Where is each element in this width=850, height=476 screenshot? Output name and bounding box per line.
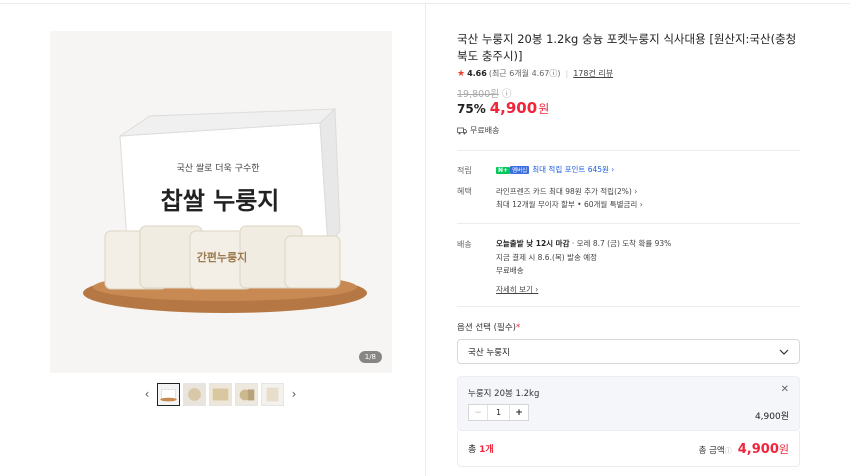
selected-item-price: 4,900원 bbox=[754, 412, 789, 422]
rating-row: ★ 4.66 (최근 6개월 4.67ⓘ) | 178건 리뷰 bbox=[457, 68, 613, 79]
option-selected-value: 국산 누룽지 bbox=[468, 347, 510, 358]
thumbnail-2[interactable] bbox=[183, 382, 206, 406]
thumbnail-4[interactable] bbox=[235, 382, 258, 406]
benefit-card[interactable]: 라인프렌즈 카드 최대 98원 추가 적립(2%) › bbox=[496, 186, 637, 197]
original-price-row: 19,800원 ⓘ bbox=[457, 86, 512, 100]
thumbnail-food-image bbox=[236, 383, 257, 405]
divider bbox=[457, 306, 800, 307]
total-row: 총 1개 총 금액ⓘ 4,900 원 bbox=[457, 431, 800, 467]
next-image-arrow-icon[interactable]: › bbox=[287, 383, 301, 406]
rating-score: 4.66 bbox=[467, 69, 487, 78]
star-icon: ★ bbox=[457, 68, 466, 79]
thumbnail-3[interactable] bbox=[209, 382, 232, 406]
required-mark: * bbox=[515, 323, 521, 333]
quantity-increase-button[interactable]: + bbox=[509, 405, 528, 420]
delivery-line-3: 무료배송 bbox=[496, 266, 524, 275]
image-counter: 1/8 bbox=[358, 351, 382, 363]
total-count: 총 1개 bbox=[468, 442, 494, 455]
thumbnail-food-image bbox=[210, 383, 231, 405]
sale-price: 4,900 bbox=[489, 99, 538, 117]
column-divider bbox=[425, 4, 426, 476]
total-amount-label-text: 총 금액 bbox=[698, 445, 725, 456]
selected-item-name: 누룽지 20봉 1.2kg bbox=[468, 389, 540, 399]
remove-item-close-icon[interactable]: ✕ bbox=[781, 384, 789, 395]
quantity-value[interactable]: 1 bbox=[488, 405, 509, 420]
total-price: 4,900 bbox=[737, 441, 779, 457]
prev-image-arrow-icon[interactable]: ‹ bbox=[140, 383, 154, 406]
option-label: 옵션 선택 (필수)* bbox=[457, 321, 520, 333]
truck-icon bbox=[457, 127, 467, 134]
option-label-text: 옵션 선택 (필수) bbox=[457, 323, 516, 333]
product-page: 국산 쌀로 더욱 구수한 찹쌀 누룽지 간편누룽지 1/8 ‹ › 국산 누룽지… bbox=[0, 0, 850, 476]
quantity-stepper: − 1 + bbox=[468, 404, 529, 421]
divider bbox=[457, 150, 800, 151]
thumbnail-pouch-image bbox=[262, 383, 283, 405]
thumbnail-5[interactable] bbox=[261, 382, 284, 406]
delivery-deadline: 오늘출발 낮 12시 마감 bbox=[496, 239, 570, 248]
free-shipping-label: 무료배송 bbox=[470, 126, 500, 135]
total-amount: 총 금액ⓘ 4,900 원 bbox=[699, 441, 789, 457]
free-shipping: 무료배송 bbox=[457, 125, 499, 136]
review-count-link[interactable]: 178건 리뷰 bbox=[573, 68, 613, 79]
delivery-line-1: 오늘출발 낮 12시 마감 · 모레 8.7 (금) 도착 확률 93% bbox=[496, 238, 671, 249]
points-label: 적립 bbox=[457, 166, 472, 175]
points-value[interactable]: N+ 멤버십 최대 적립 포인트 645원 › bbox=[496, 164, 614, 175]
benefits-label: 혜택 bbox=[457, 187, 472, 196]
membership-badge: 멤버십 bbox=[510, 166, 530, 174]
option-select[interactable]: 국산 누룽지 bbox=[457, 339, 800, 364]
selected-option-box: 누룽지 20봉 1.2kg ✕ − 1 + 4,900원 bbox=[457, 376, 800, 431]
box-subtext: 국산 쌀로 더욱 구수한 bbox=[176, 163, 259, 174]
chevron-down-icon bbox=[779, 349, 789, 355]
thumbnail-food-image bbox=[184, 383, 205, 405]
price-unit: 원 bbox=[538, 102, 550, 116]
divider bbox=[457, 223, 800, 224]
thumbnail-1[interactable] bbox=[157, 382, 180, 406]
delivery-more-link[interactable]: 자세히 보기 › bbox=[496, 284, 538, 295]
quantity-decrease-button[interactable]: − bbox=[469, 405, 488, 420]
pouch-text: 간편누룽지 bbox=[197, 250, 248, 264]
box-main-text: 찹쌀 누룽지 bbox=[161, 186, 280, 215]
product-title: 국산 누룽지 20봉 1.2kg 숭늉 포켓누룽지 식사대용 [원산지:국산(충… bbox=[457, 32, 797, 63]
delivery-eta: · 모레 8.7 (금) 도착 확률 93% bbox=[569, 239, 672, 248]
main-product-image[interactable]: 국산 쌀로 더욱 구수한 찹쌀 누룽지 간편누룽지 1/8 bbox=[50, 31, 392, 373]
total-count-label: 총 bbox=[468, 445, 480, 455]
rating-separator: | bbox=[565, 69, 569, 78]
discount-rate: 75% bbox=[457, 102, 486, 116]
npay-badge: N+ bbox=[496, 167, 511, 174]
rating-recent[interactable]: (최근 6개월 4.67ⓘ) bbox=[489, 68, 561, 79]
total-price-unit: 원 bbox=[778, 442, 789, 456]
benefit-installment[interactable]: 최대 12개월 무이자 할부 • 60개월 특별금리 › bbox=[496, 199, 643, 210]
price-row: 75% 4,900 원 bbox=[457, 99, 549, 117]
total-amount-label: 총 금액ⓘ bbox=[699, 444, 732, 456]
delivery-line-2: 지금 결제 시 8.6.(목) 발송 예정 bbox=[496, 253, 598, 262]
product-photo: 국산 쌀로 더욱 구수한 찹쌀 누룽지 간편누룽지 bbox=[50, 31, 392, 373]
total-count-value: 1개 bbox=[479, 445, 494, 455]
total-info-icon[interactable]: ⓘ bbox=[725, 447, 732, 455]
thumbnail-box-image bbox=[158, 383, 179, 405]
delivery-label: 배송 bbox=[457, 240, 472, 249]
points-text: 최대 적립 포인트 645원 › bbox=[532, 165, 615, 174]
thumbnail-strip: ‹ › bbox=[140, 381, 301, 407]
